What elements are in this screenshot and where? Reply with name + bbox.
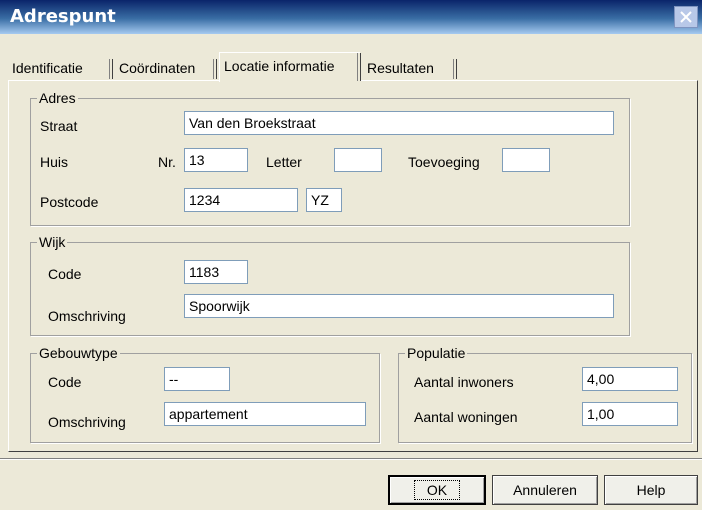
tab-label: Resultaten [367, 60, 434, 76]
gebouwtype-omschrijving-input[interactable]: appartement [164, 402, 366, 426]
close-icon [680, 11, 692, 23]
letter-label: Letter [266, 154, 302, 170]
cancel-button[interactable]: Annuleren [492, 475, 598, 505]
group-legend-gebouwtype: Gebouwtype [37, 344, 120, 362]
close-button[interactable] [674, 6, 698, 28]
toevoeging-label: Toevoeging [408, 154, 480, 170]
postcode-label: Postcode [40, 194, 99, 210]
inwoners-input[interactable]: 4,00 [582, 367, 678, 391]
tab-coordinaten[interactable]: Coördinaten [115, 57, 217, 81]
footer-separator [0, 458, 702, 460]
cancel-button-label: Annuleren [513, 482, 577, 498]
toevoeging-input[interactable] [502, 148, 550, 172]
straat-input[interactable]: Van den Broekstraat [184, 111, 614, 135]
wijk-omschrijving-label: Omschriving [48, 308, 126, 324]
gebouwtype-code-label: Code [48, 374, 82, 390]
nr-input[interactable]: 13 [184, 148, 248, 172]
tab-locatie-informatie[interactable]: Locatie informatie [219, 52, 361, 82]
help-button[interactable]: Help [604, 475, 698, 505]
nr-label: Nr. [158, 154, 176, 170]
gebouwtype-omschrijving-label: Omschriving [48, 414, 126, 430]
tab-label: Identificatie [12, 60, 83, 76]
tab-label: Locatie informatie [224, 58, 335, 74]
postcode-digits-input[interactable]: 1234 [184, 188, 298, 212]
group-legend-wijk: Wijk [37, 233, 68, 251]
wijk-omschrijving-input[interactable]: Spoorwijk [184, 294, 614, 318]
inwoners-label: Aantal inwoners [414, 374, 514, 390]
straat-label: Straat [40, 118, 78, 134]
window-title: Adrespunt [10, 6, 116, 27]
wijk-code-input[interactable]: 1183 [184, 260, 248, 284]
gebouwtype-code-input[interactable]: -- [164, 367, 230, 391]
ok-button-label: OK [413, 480, 461, 500]
wijk-code-label: Code [48, 266, 82, 282]
tab-label: Coördinaten [119, 60, 196, 76]
help-button-label: Help [636, 482, 666, 498]
title-bar[interactable]: Adrespunt [0, 0, 702, 34]
woningen-label: Aantal woningen [414, 409, 518, 425]
group-legend-populatie: Populatie [405, 344, 468, 362]
adrespunt-dialog: Adrespunt Identificatie Coördinaten Loca… [0, 0, 702, 510]
group-legend-adres: Adres [37, 89, 78, 107]
woningen-input[interactable]: 1,00 [582, 402, 678, 426]
tab-identificatie[interactable]: Identificatie [8, 57, 113, 81]
tab-resultaten[interactable]: Resultaten [363, 57, 457, 81]
postcode-letters-input[interactable]: YZ [306, 188, 342, 212]
letter-input[interactable] [334, 148, 382, 172]
huis-label: Huis [40, 154, 69, 170]
ok-button[interactable]: OK [388, 475, 486, 505]
